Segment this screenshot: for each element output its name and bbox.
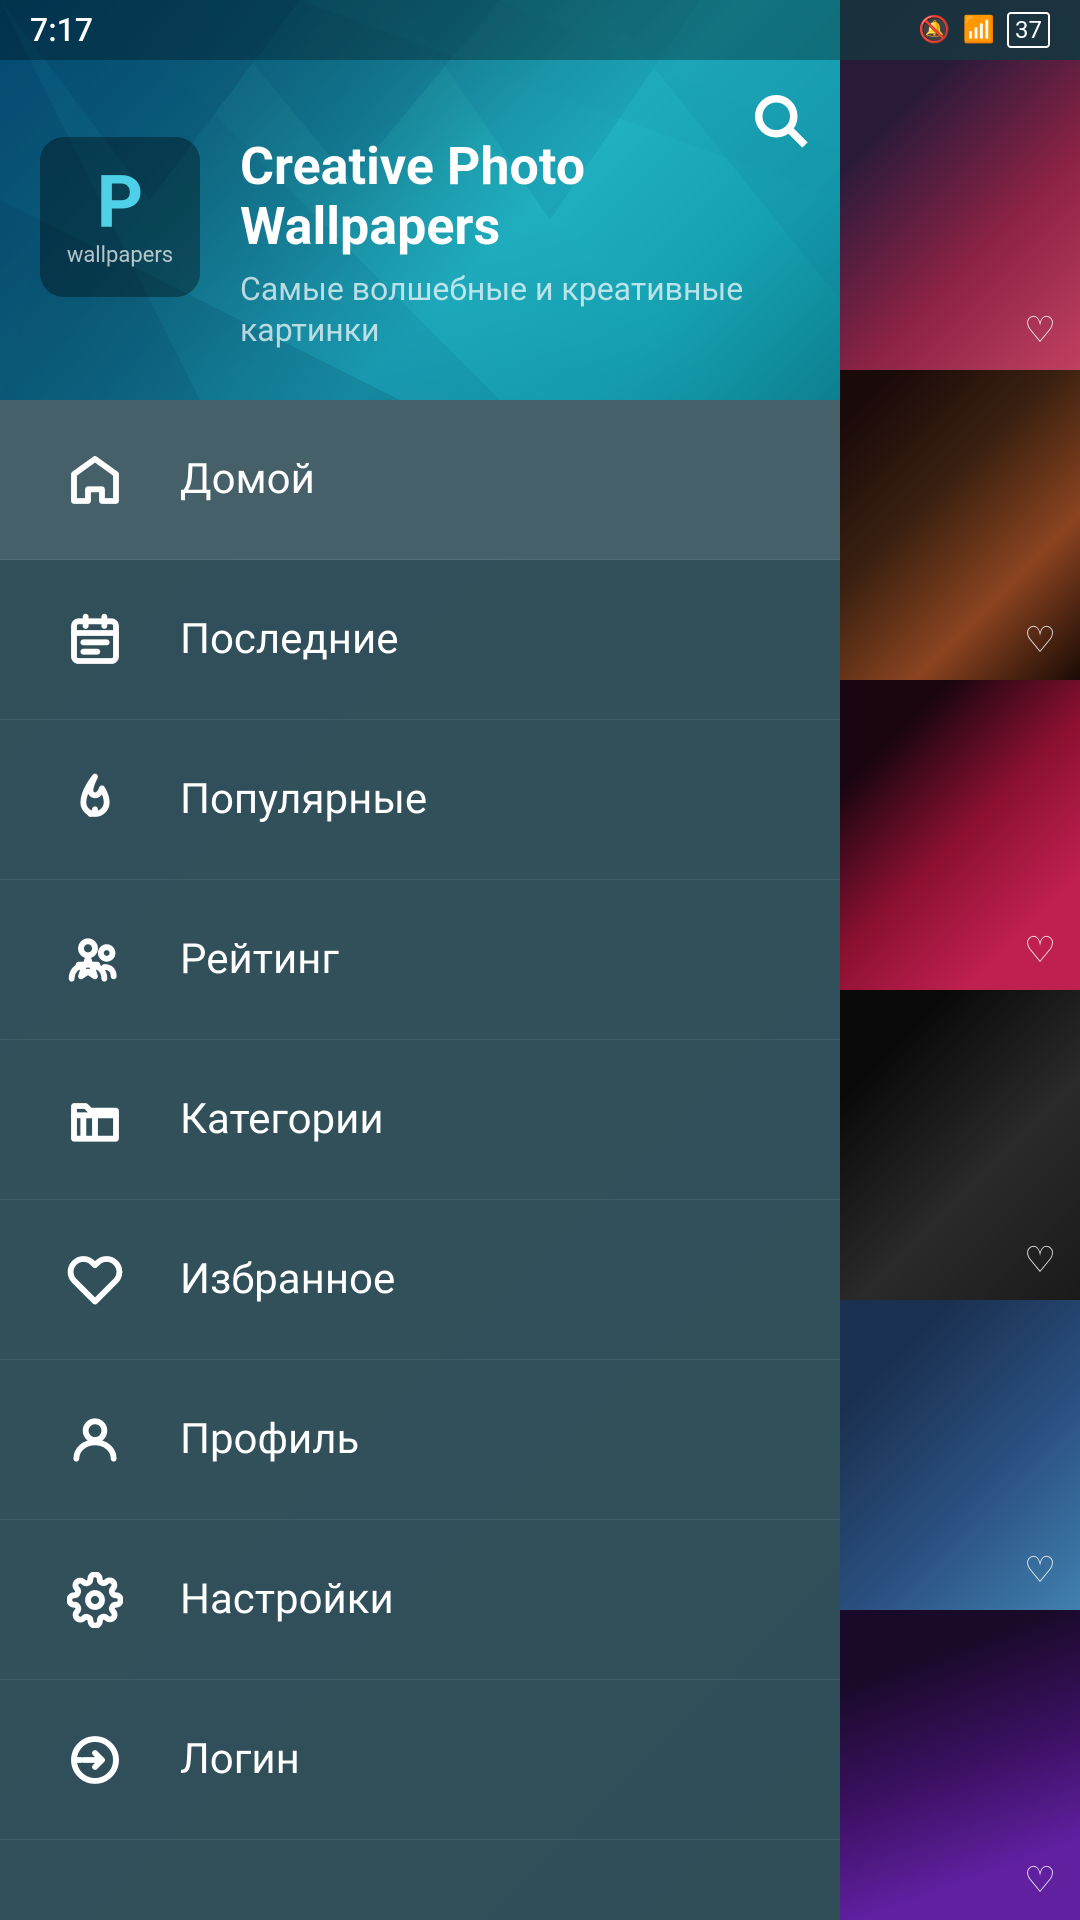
sidebar-item-settings[interactable]: Настройки	[0, 1520, 840, 1680]
sidebar-label-home: Домой	[180, 455, 315, 504]
thumbnails-column: ♡ ♡ ♡ ♡ ♡ ♡	[840, 60, 1080, 1920]
sidebar-item-profile[interactable]: Профиль	[0, 1360, 840, 1520]
drawer-menu: Домой Последние	[0, 400, 840, 1920]
sidebar-label-categories: Категории	[180, 1095, 384, 1144]
sidebar-label-profile: Профиль	[180, 1415, 359, 1464]
logo-text: wallpapers	[67, 243, 173, 268]
logout-icon	[60, 1725, 130, 1795]
status-icons: 🔕 📶 37	[918, 12, 1050, 48]
sidebar-label-recent: Последние	[180, 615, 399, 664]
search-button[interactable]	[740, 80, 820, 160]
sidebar-label-rating: Рейтинг	[180, 935, 339, 984]
logo-letter: P	[97, 167, 143, 239]
app-logo: P wallpapers	[40, 137, 200, 297]
home-icon	[60, 445, 130, 515]
sidebar-label-favorites: Избранное	[180, 1255, 395, 1304]
sidebar-item-favorites[interactable]: Избранное	[0, 1200, 840, 1360]
heart-icon-3[interactable]: ♡	[1016, 926, 1064, 974]
sidebar-item-rating[interactable]: Рейтинг	[0, 880, 840, 1040]
thumbnail-4[interactable]: ♡	[840, 990, 1080, 1300]
thumbnail-2[interactable]: ♡	[840, 370, 1080, 680]
search-icon	[750, 90, 810, 150]
rating-icon	[60, 925, 130, 995]
sidebar-label-popular: Популярные	[180, 775, 427, 824]
thumbnail-5[interactable]: ♡	[840, 1300, 1080, 1610]
app-subtitle: Самые волшебные и креативные картинки	[240, 269, 840, 352]
sidebar-label-login: Логин	[180, 1735, 300, 1784]
sidebar-item-login[interactable]: Логин	[0, 1680, 840, 1840]
heart-icon-1[interactable]: ♡	[1016, 306, 1064, 354]
sidebar-item-recent[interactable]: Последние	[0, 560, 840, 720]
battery-icon: 37	[1007, 12, 1050, 48]
sidebar-item-home[interactable]: Домой	[0, 400, 840, 560]
heart-icon-6[interactable]: ♡	[1016, 1856, 1064, 1904]
sidebar-item-categories[interactable]: Категории	[0, 1040, 840, 1200]
thumbnail-6[interactable]: ♡	[840, 1610, 1080, 1920]
thumbnail-1[interactable]: ♡	[840, 60, 1080, 370]
signal-icon: 📶	[963, 15, 995, 45]
heart-icon-2[interactable]: ♡	[1016, 616, 1064, 664]
thumbnail-3[interactable]: ♡	[840, 680, 1080, 990]
header-text: Creative Photo Wallpapers Самые волшебны…	[240, 137, 840, 360]
folder-icon	[60, 1085, 130, 1155]
person-icon	[60, 1405, 130, 1475]
gear-icon	[60, 1565, 130, 1635]
notification-icon: 🔕	[918, 15, 950, 45]
heart-menu-icon	[60, 1245, 130, 1315]
drawer-header: P wallpapers Creative Photo Wallpapers С…	[0, 0, 840, 400]
sidebar-label-settings: Настройки	[180, 1575, 394, 1624]
app-title-line2: Wallpapers	[240, 196, 500, 257]
heart-icon-5[interactable]: ♡	[1016, 1546, 1064, 1594]
heart-icon-4[interactable]: ♡	[1016, 1236, 1064, 1284]
header-content: P wallpapers Creative Photo Wallpapers С…	[40, 137, 840, 360]
navigation-drawer: P wallpapers Creative Photo Wallpapers С…	[0, 0, 840, 1920]
calendar-icon	[60, 605, 130, 675]
app-title-line1: Creative Photo	[240, 136, 585, 197]
sidebar-item-popular[interactable]: Популярные	[0, 720, 840, 880]
status-bar: 7:17 🔕 📶 37	[0, 0, 1080, 60]
status-time: 7:17	[30, 11, 93, 49]
fire-icon	[60, 765, 130, 835]
